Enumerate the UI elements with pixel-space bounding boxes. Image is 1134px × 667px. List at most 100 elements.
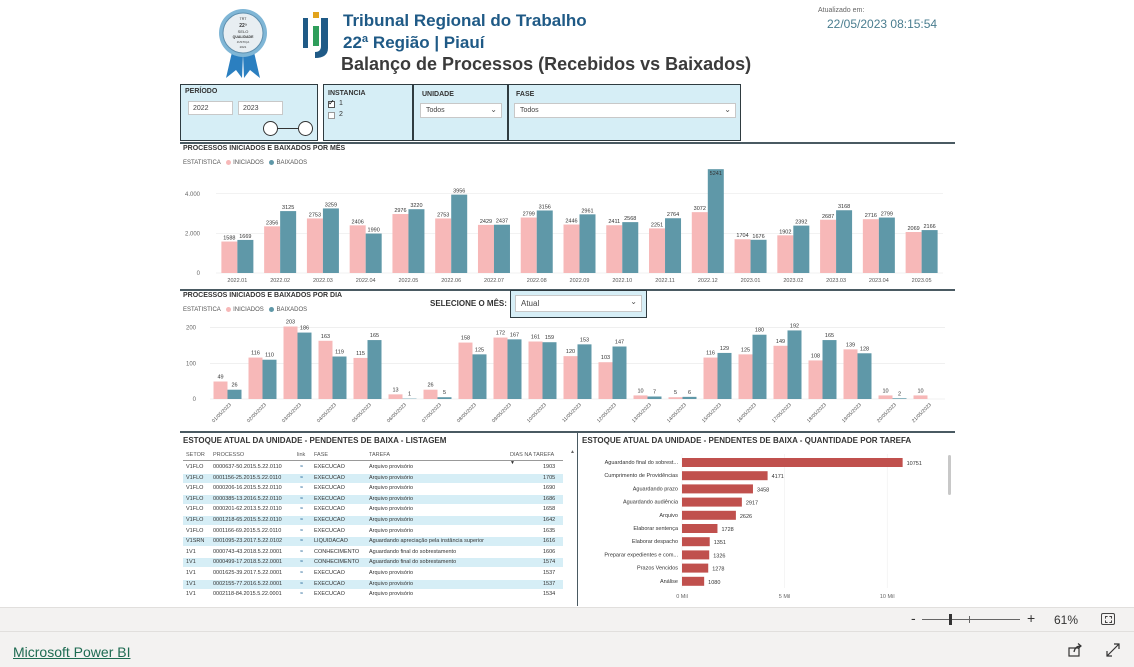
task-category-label: Preparar expedientes e com... [604, 552, 678, 558]
baixados-bar [878, 217, 895, 273]
x-tick-label: 13/05/2023 [631, 402, 653, 424]
zoom-slider-thumb[interactable] [949, 614, 952, 625]
share-icon[interactable] [1068, 643, 1082, 657]
daily-legend-label: ESTATISTICA [183, 307, 221, 314]
iniciados-bar [213, 381, 228, 399]
table-row[interactable]: V1FLO 0001156-25.2015.5.22.0110 EXECUCAO Ar… [183, 473, 563, 483]
iniciados-data-label: 49 [217, 375, 223, 381]
baixados-data-label: 2392 [795, 220, 807, 226]
baixados-bar [822, 340, 837, 399]
table-row[interactable]: V1FLO 0001218-65.2015.5.22.0110 EXECUCAO Ar… [183, 516, 563, 525]
zoom-slider-track[interactable] [922, 619, 1020, 620]
baixados-data-label: 2 [898, 391, 901, 397]
link-icon[interactable]: ≈ [300, 464, 303, 470]
link-icon[interactable]: ≈ [300, 559, 303, 565]
fase-cell: EXECUCAO [314, 506, 345, 513]
iniciados-data-label: 2356 [266, 220, 278, 226]
fullscreen-icon[interactable] [1106, 643, 1120, 657]
iniciados-bar [563, 224, 580, 273]
table-row[interactable]: 1V1 0002155-77.2016.5.22.0001 EXECUCAO Arqu… [183, 579, 563, 589]
link-icon[interactable]: ≈ [300, 570, 303, 576]
baixados-data-label: 165 [370, 333, 379, 339]
link-icon[interactable]: ≈ [300, 549, 303, 555]
power-bi-link[interactable]: Microsoft Power BI [13, 644, 130, 660]
iniciados-bar [528, 341, 543, 399]
col-processo-header[interactable]: PROCESSO [213, 452, 244, 458]
monthly-bar-chart: 0 2.000 4.000 1588 1669 2022.01 2356 3125 2022.0… [185, 169, 943, 284]
table-row[interactable]: 1V1 0000499-17.2018.5.22.0001 CONHECIMENTO… [183, 558, 563, 568]
dias-cell: 1686 [543, 495, 556, 502]
scroll-up-icon[interactable]: ▲ [570, 449, 575, 455]
col-fase-header[interactable]: FASE [314, 452, 328, 458]
col-dias-header[interactable]: DIAS NA TAREFA [510, 452, 554, 458]
tarefa-cell: Arquivo provisório [369, 495, 414, 502]
table-row[interactable]: V1FLO 0000201-62.2013.5.22.0110 EXECUCAO Ar… [183, 505, 563, 514]
baixados-bar [451, 194, 468, 273]
link-icon[interactable]: ≈ [300, 528, 303, 534]
periodo-slider-end-handle[interactable] [298, 121, 313, 136]
periodo-from-input[interactable]: 2022 [188, 101, 233, 115]
baixados-data-label: 5241 [710, 171, 722, 177]
dias-cell: 1574 [543, 559, 556, 566]
periodo-slider-start-handle[interactable] [263, 121, 278, 136]
table-row[interactable]: V1FLO 0000637-50.2015.5.22.0110 EXECUCAO Ar… [183, 463, 563, 472]
daily-bar-chart: 0100200492601/05/2023116 11002/05/2023203… [186, 320, 945, 424]
monthly-legend: ESTATISTICA INICIADOS BAIXADOS [183, 160, 307, 166]
col-setor-header[interactable]: SETOR [186, 452, 205, 458]
col-link-header[interactable]: link [297, 452, 305, 458]
x-tick-label: 16/05/2023 [736, 402, 758, 424]
fase-cell: EXECUCAO [314, 570, 345, 576]
baixados-data-label: 128 [860, 346, 869, 352]
iniciados-data-label: 163 [321, 334, 330, 340]
month-selector-dropdown[interactable]: Atual ⌄ [515, 295, 642, 312]
link-icon[interactable]: ≈ [300, 496, 303, 502]
zoom-in-button[interactable]: + [1027, 610, 1035, 626]
table-row[interactable]: V1SRN 0001095-23.2017.5.22.0102 LIQUIDACAO… [183, 537, 563, 547]
task-chart-scrollbar[interactable] [948, 455, 951, 495]
task-data-label: 1326 [713, 553, 725, 559]
fase-dropdown[interactable]: Todos ⌄ [514, 103, 736, 118]
fit-to-page-icon[interactable] [1101, 613, 1115, 625]
task-data-label: 3458 [757, 487, 769, 493]
link-icon[interactable]: ≈ [300, 485, 303, 491]
instancia-1-checkbox[interactable] [328, 98, 335, 108]
zoom-out-button[interactable]: - [911, 610, 916, 626]
quality-seal-icon: TRT 22ª SELO QUALIDADE JUSTIÇA 2021 [219, 9, 267, 78]
instancia-2-checkbox[interactable] [328, 112, 335, 119]
dias-cell: 1537 [543, 580, 556, 587]
table-row[interactable]: V1FLO 0000206-16.2015.5.22.0110 EXECUCAO Ar… [183, 484, 563, 493]
iniciados-bar [905, 232, 922, 273]
table-row[interactable]: V1FLO 0001166-69.2015.5.22.0110 EXECUCAO Ar… [183, 527, 563, 536]
task-bar [682, 484, 753, 494]
table-row[interactable]: 1V1 0002118-84.2015.5.22.0001 EXECUCAO Arqu… [183, 590, 563, 599]
baixados-bar [892, 398, 907, 399]
table-row[interactable]: V1FLO 0000385-13.2016.5.22.0110 EXECUCAO Ar… [183, 494, 563, 504]
iniciados-legend-dot [226, 307, 232, 312]
baixados-data-label: 147 [615, 340, 624, 346]
link-icon[interactable]: ≈ [300, 538, 303, 544]
baixados-data-label: 2799 [881, 212, 893, 218]
unidade-dropdown[interactable]: Todos ⌄ [420, 103, 502, 118]
fase-cell: CONHECIMENTO [314, 559, 360, 566]
link-icon[interactable]: ≈ [300, 591, 303, 597]
link-icon[interactable]: ≈ [300, 581, 303, 587]
updated-label: Atualizado em: [818, 7, 865, 14]
baixados-bar [472, 354, 487, 399]
table-row[interactable]: 1V1 0001625-39.2017.5.22.0001 EXECUCAO Arqu… [183, 569, 563, 578]
task-bar-chart: 0 Mil 5 Mil 10 Mil Aguardando final do sobr… [604, 454, 922, 600]
task-bar [682, 576, 705, 586]
link-icon[interactable]: ≈ [300, 517, 303, 523]
link-icon[interactable]: ≈ [300, 475, 303, 481]
task-category-label: Aguardando audiência [623, 500, 679, 506]
iniciados-bar [668, 397, 683, 399]
table-row[interactable]: 1V1 0000743-43.2018.5.22.0001 CONHECIMENTO… [183, 548, 563, 557]
link-icon[interactable]: ≈ [300, 506, 303, 512]
table-header-divider [183, 460, 563, 461]
col-tarefa-header[interactable]: TAREFA [369, 452, 390, 458]
baixados-data-label: 6 [688, 390, 691, 396]
seal-text-5: 2021 [240, 45, 247, 49]
iniciados-bar [820, 219, 837, 273]
x-tick-label: 2022.07 [484, 278, 504, 284]
periodo-to-input[interactable]: 2023 [238, 101, 283, 115]
pending-table-title: ESTOQUE ATUAL DA UNIDADE - PENDENTES DE … [183, 436, 447, 445]
